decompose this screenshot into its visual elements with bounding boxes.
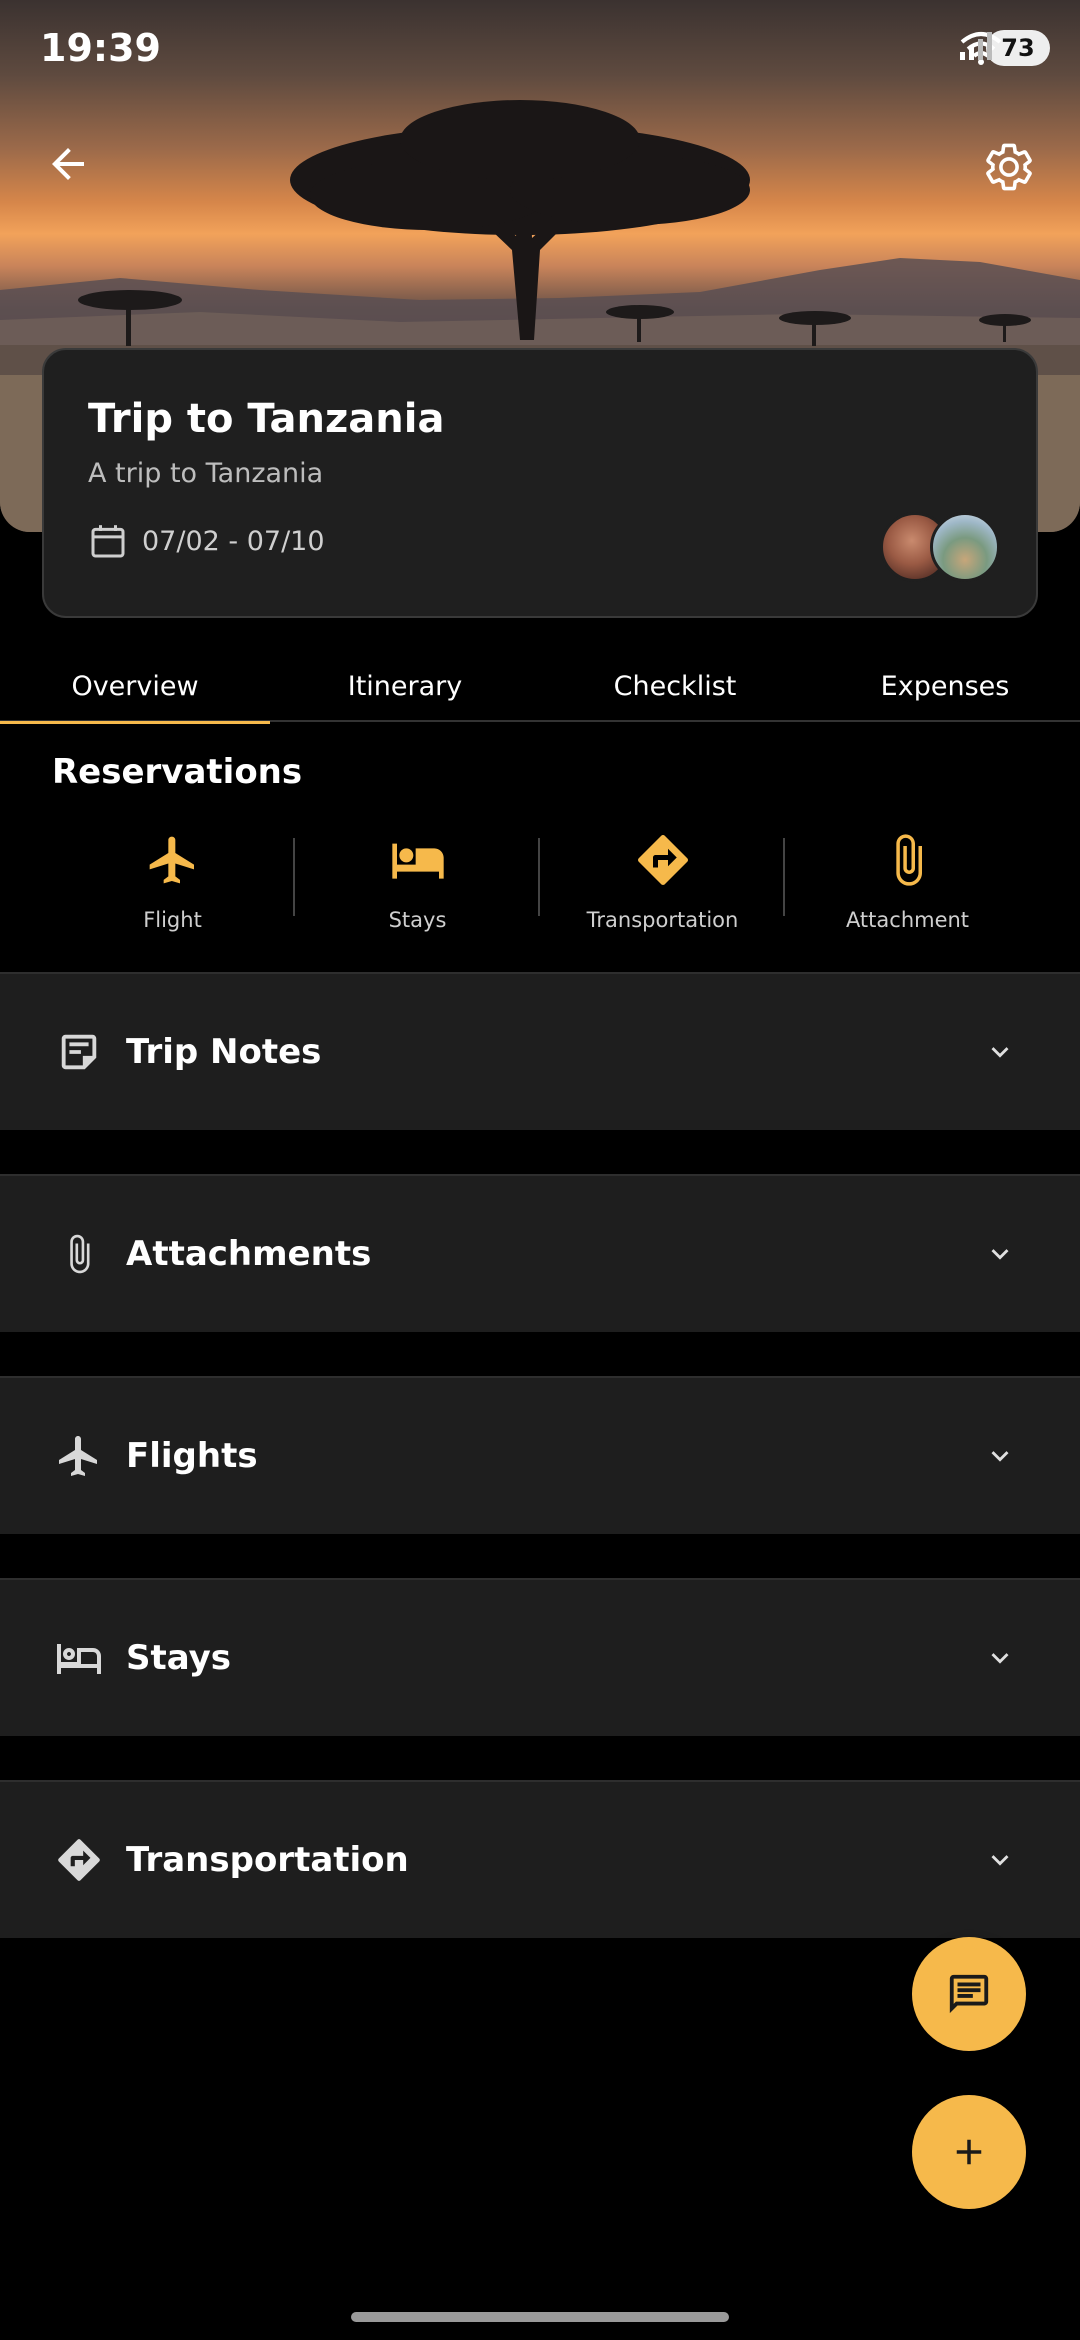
chevron-down-icon [991,1249,1009,1260]
trip-subtitle: A trip to Tanzania [88,458,324,489]
chevron-down-icon [991,1047,1009,1058]
calendar-icon [91,525,125,558]
section-trip-notes[interactable]: Trip Notes [0,972,1080,1130]
reservations-title: Reservations [52,752,303,792]
reservation-flight[interactable]: Flight [50,828,295,938]
section-stays[interactable]: Stays [0,1578,1080,1736]
avatar[interactable] [930,512,1000,582]
trip-title: Trip to Tanzania [88,396,445,442]
section-title: Trip Notes [126,1032,322,1072]
reservation-transportation[interactable]: Transportation [540,828,785,938]
section-title: Stays [126,1638,232,1678]
home-indicator[interactable] [351,2312,729,2322]
trip-members[interactable] [880,512,1000,582]
tab-bar: Overview Itinerary Checklist Expenses [0,650,1080,724]
reservation-stays[interactable]: Stays [295,828,540,938]
notes-icon [61,1034,97,1070]
trip-date-range: 07/02 - 07/10 [142,525,325,557]
chevron-down-icon [991,1451,1009,1462]
paperclip-icon [895,834,922,886]
airplane-icon [59,1436,97,1476]
chevron-down-icon [991,1653,1009,1664]
reservation-label: Attachment [845,908,970,932]
section-transportation[interactable]: Transportation [0,1780,1080,1938]
section-attachments[interactable]: Attachments [0,1174,1080,1332]
reservation-label: Stays [388,908,447,932]
directions-icon [637,834,688,885]
tab-checklist[interactable]: Checklist [540,650,810,722]
add-button[interactable] [912,2095,1026,2209]
trip-dates: 07/02 - 07/10 [88,520,325,562]
reservation-label: Flight [143,908,202,932]
airplane-icon [149,836,194,884]
settings-button[interactable] [982,140,1046,204]
back-button[interactable] [44,140,104,200]
chat-button[interactable] [912,1937,1026,2051]
chevron-down-icon [991,1855,1009,1866]
tab-overview[interactable]: Overview [0,650,270,724]
section-title: Attachments [126,1234,372,1274]
gear-icon [986,143,1032,191]
paperclip-icon [70,1234,90,1274]
bed-icon [57,1644,101,1674]
arrow-left-icon [52,148,84,180]
reservation-label: Transportation [586,908,739,932]
status-bar: 19:39 73 [0,0,1080,100]
bed-icon [391,843,444,879]
reservations-row: Flight Stays Transportation Attachment [50,828,1030,938]
tab-expenses[interactable]: Expenses [810,650,1080,722]
section-title: Transportation [126,1840,409,1880]
tab-itinerary[interactable]: Itinerary [270,650,540,722]
system-icons: 73 [958,30,1050,66]
chat-icon [949,1974,989,2014]
reservation-attachment[interactable]: Attachment [785,828,1030,938]
section-flights[interactable]: Flights [0,1376,1080,1534]
directions-icon [58,1839,100,1881]
trip-card[interactable]: Trip to Tanzania A trip to Tanzania 07/0… [42,348,1038,618]
status-time: 19:39 [40,26,161,70]
plus-icon [956,2139,982,2165]
section-title: Flights [126,1436,258,1476]
